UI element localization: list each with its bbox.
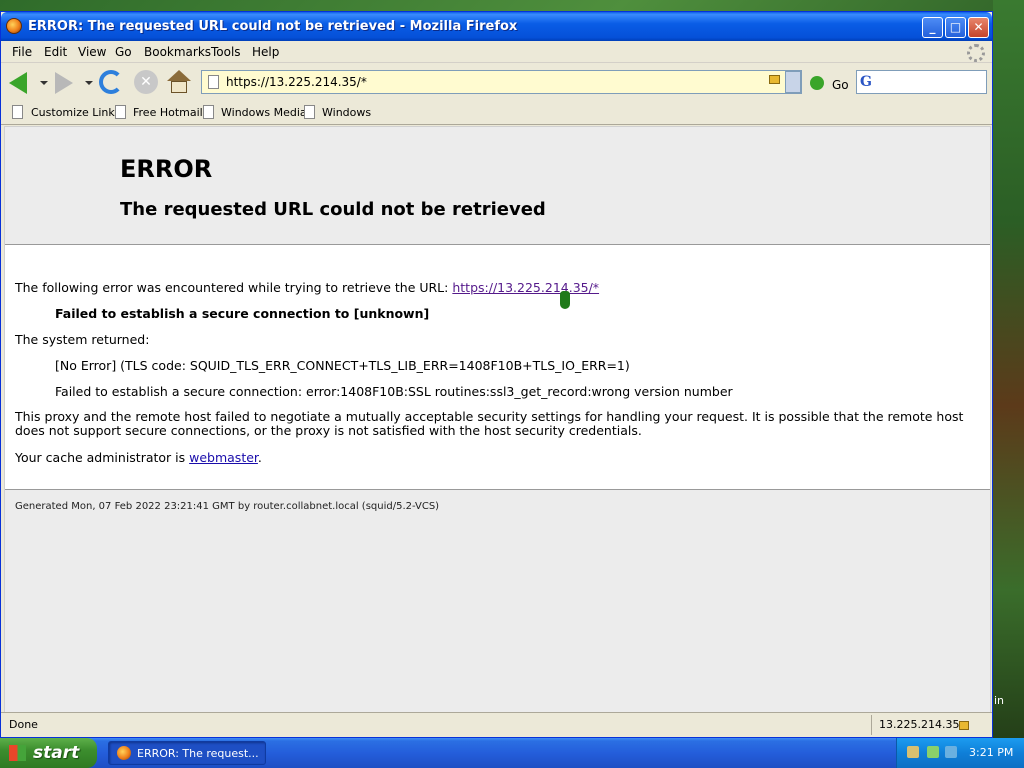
- navigation-toolbar: ✕ https://13.225.214.35/* Go: [1, 64, 992, 100]
- back-dropdown-icon[interactable]: [40, 81, 48, 85]
- requested-url-link[interactable]: https://13.225.214.35/*: [452, 280, 599, 295]
- desktop-icon-label: in: [994, 694, 1005, 707]
- admin-suffix: .: [257, 450, 262, 465]
- page-footer: Generated Mon, 07 Feb 2022 23:21:41 GMT …: [5, 489, 990, 529]
- page-content: ERROR The requested URL could not be ret…: [4, 126, 991, 713]
- taskbar: start ERROR: The request... 3:21 PM: [0, 738, 1024, 768]
- menu-bookmarks[interactable]: Bookmarks: [144, 45, 211, 59]
- page-empty-area: [5, 529, 990, 712]
- system-tray: 3:21 PM: [896, 738, 1024, 768]
- status-bar: Done 13.225.214.35: [1, 712, 992, 736]
- tray-volume-icon[interactable]: [945, 746, 957, 758]
- firefox-icon: [6, 18, 22, 34]
- bookmark-page-icon: [304, 105, 315, 119]
- title-bar[interactable]: ERROR: The requested URL could not be re…: [1, 12, 992, 41]
- stop-icon[interactable]: ✕: [134, 70, 158, 94]
- url-history-dropdown[interactable]: [785, 71, 801, 93]
- bookmark-page-icon: [12, 105, 23, 119]
- lock-icon[interactable]: [769, 75, 780, 84]
- webmaster-link[interactable]: webmaster: [189, 450, 258, 465]
- start-button[interactable]: start: [0, 738, 97, 768]
- admin-paragraph: Your cache administrator is webmaster.: [15, 450, 262, 465]
- ssl-error-text: Failed to establish a secure connection:…: [55, 384, 733, 399]
- desktop-background: [993, 0, 1024, 738]
- menu-view[interactable]: View: [78, 45, 106, 59]
- menu-tools[interactable]: Tools: [211, 45, 241, 59]
- reload-icon[interactable]: [99, 70, 123, 94]
- tray-network-icon[interactable]: [927, 746, 939, 758]
- status-security-panel[interactable]: 13.225.214.35: [871, 715, 971, 735]
- bookmarks-toolbar: Customize Links Free Hotmail Windows Med…: [1, 101, 992, 125]
- generated-text: Generated Mon, 07 Feb 2022 23:21:41 GMT …: [15, 501, 440, 512]
- bookmark-windows-media[interactable]: Windows Media: [221, 106, 307, 119]
- menu-help[interactable]: Help: [252, 45, 279, 59]
- proxy-explanation: This proxy and the remote host failed to…: [15, 409, 964, 438]
- google-icon[interactable]: G: [860, 74, 876, 90]
- menu-bar: File Edit View Go Bookmarks Tools Help: [1, 41, 992, 63]
- status-text: Done: [9, 718, 38, 731]
- clock[interactable]: 3:21 PM: [969, 746, 1013, 759]
- bookmark-windows[interactable]: Windows: [322, 106, 371, 119]
- system-returned-label: The system returned:: [15, 332, 150, 347]
- admin-prefix: Your cache administrator is: [15, 450, 190, 465]
- search-input[interactable]: G: [856, 70, 987, 94]
- maximize-button[interactable]: □: [945, 17, 966, 38]
- forward-dropdown-icon[interactable]: [85, 81, 93, 85]
- bookmark-free-hotmail[interactable]: Free Hotmail: [133, 106, 203, 119]
- forward-arrow-icon[interactable]: [55, 72, 73, 94]
- bookmark-page-icon: [203, 105, 214, 119]
- taskbar-item-label: ERROR: The request...: [137, 747, 259, 760]
- mouse-cursor-icon: [560, 291, 570, 309]
- bookmark-page-icon: [115, 105, 126, 119]
- page-title: ERROR: [120, 155, 213, 183]
- page-subtitle: The requested URL could not be retrieved: [120, 199, 546, 220]
- intro-text: The following error was encountered whil…: [15, 280, 453, 295]
- page-icon: [208, 75, 219, 89]
- windows-logo-icon: [9, 745, 26, 761]
- tls-code-text: [No Error] (TLS code: SQUID_TLS_ERR_CONN…: [55, 358, 630, 373]
- firefox-window: ERROR: The requested URL could not be re…: [0, 11, 993, 738]
- menu-go[interactable]: Go: [115, 45, 132, 59]
- menu-file[interactable]: File: [12, 45, 32, 59]
- window-title: ERROR: The requested URL could not be re…: [28, 19, 518, 34]
- taskbar-firefox-item[interactable]: ERROR: The request...: [108, 741, 266, 765]
- url-input[interactable]: https://13.225.214.35/*: [226, 75, 367, 89]
- error-header: ERROR The requested URL could not be ret…: [5, 127, 990, 245]
- throbber-icon: [967, 44, 985, 62]
- close-button[interactable]: ✕: [968, 17, 989, 38]
- menu-edit[interactable]: Edit: [44, 45, 67, 59]
- bookmark-customize-links[interactable]: Customize Links: [31, 106, 121, 119]
- minimize-button[interactable]: _: [922, 17, 943, 38]
- status-host: 13.225.214.35: [879, 718, 960, 731]
- tray-tools-icon[interactable]: [907, 746, 919, 758]
- url-bar[interactable]: https://13.225.214.35/*: [201, 70, 802, 94]
- intro-paragraph: The following error was encountered whil…: [15, 280, 599, 295]
- back-arrow-icon[interactable]: [9, 72, 27, 94]
- failed-message: Failed to establish a secure connection …: [55, 306, 430, 321]
- go-arrow-icon[interactable]: [810, 76, 824, 90]
- start-label: start: [33, 743, 80, 763]
- firefox-icon: [117, 746, 131, 760]
- status-lock-icon[interactable]: [959, 721, 969, 730]
- home-icon[interactable]: [167, 70, 192, 95]
- go-button[interactable]: Go: [832, 78, 849, 92]
